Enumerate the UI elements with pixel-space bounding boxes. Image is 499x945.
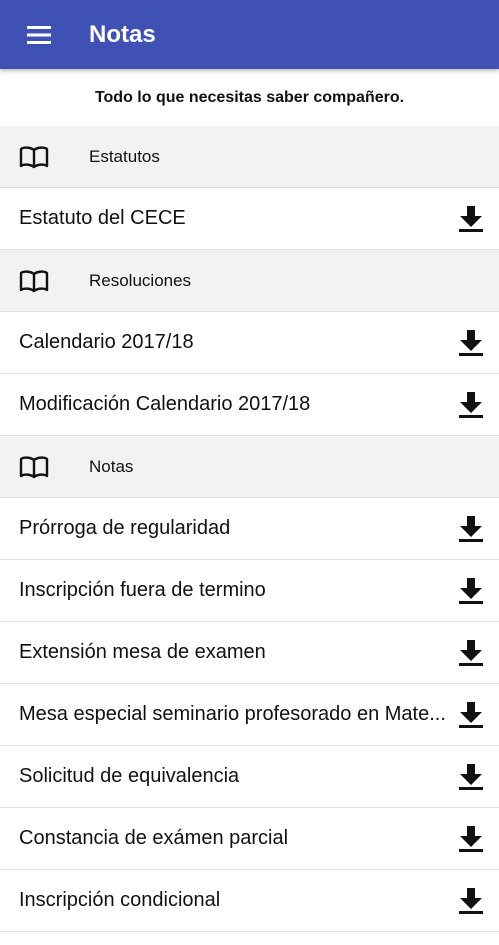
app-bar: Notas: [0, 0, 499, 69]
list-item-label: Calendario 2017/18: [19, 331, 194, 353]
list-item[interactable]: Modificación Calendario 2017/18: [0, 374, 499, 436]
download-icon[interactable]: [458, 763, 484, 791]
list-item-label: Inscripción condicional: [19, 889, 221, 911]
list-item[interactable]: Mesa especial seminario profesorado en M…: [0, 684, 499, 746]
download-icon[interactable]: [458, 701, 484, 729]
book-icon: [19, 269, 49, 293]
download-icon[interactable]: [458, 577, 484, 605]
list-item-label: Constancia de exámen parcial: [19, 827, 289, 849]
subtitle: Todo lo que necesitas saber compañero.: [94, 88, 405, 106]
book-icon: [19, 455, 49, 479]
download-icon[interactable]: [458, 391, 484, 419]
section-header: Notas: [0, 436, 499, 498]
download-icon[interactable]: [458, 639, 484, 667]
hamburger-menu-icon: [27, 25, 51, 44]
download-icon[interactable]: [458, 515, 484, 543]
list-item[interactable]: Inscripción condicional: [0, 870, 499, 932]
download-icon[interactable]: [458, 205, 484, 233]
list-item[interactable]: Prórroga de regularidad: [0, 498, 499, 560]
section-header: Estatutos: [0, 126, 499, 188]
section-title: Resoluciones: [89, 270, 192, 290]
book-icon: [19, 145, 49, 169]
list-item-label: Mesa especial seminario profesorado en M…: [19, 703, 446, 725]
notes-list: Estatutos Estatuto del CECE Resoluciones Ca…: [0, 126, 499, 932]
list-item-label: Inscripción fuera de termino: [19, 579, 266, 601]
list-item-label: Prórroga de regularidad: [19, 517, 231, 539]
page-title: Notas: [89, 20, 156, 48]
list-item[interactable]: Calendario 2017/18: [0, 312, 499, 374]
section-title: Notas: [89, 456, 134, 476]
list-item[interactable]: Estatuto del CECE: [0, 188, 499, 250]
list-item-label: Extensión mesa de examen: [19, 641, 266, 663]
section-title: Estatutos: [89, 146, 160, 166]
list-item-label: Modificación Calendario 2017/18: [19, 393, 311, 415]
list-item[interactable]: Constancia de exámen parcial: [0, 808, 499, 870]
list-item-label: Estatuto del CECE: [19, 207, 186, 229]
list-item[interactable]: Solicitud de equivalencia: [0, 746, 499, 808]
section-header: Resoluciones: [0, 250, 499, 312]
download-icon[interactable]: [458, 329, 484, 357]
menu-button[interactable]: [19, 15, 59, 55]
list-item[interactable]: Inscripción fuera de termino: [0, 560, 499, 622]
download-icon[interactable]: [458, 887, 484, 915]
list-item-label: Solicitud de equivalencia: [19, 765, 240, 787]
list-item[interactable]: Extensión mesa de examen: [0, 622, 499, 684]
download-icon[interactable]: [458, 825, 484, 853]
